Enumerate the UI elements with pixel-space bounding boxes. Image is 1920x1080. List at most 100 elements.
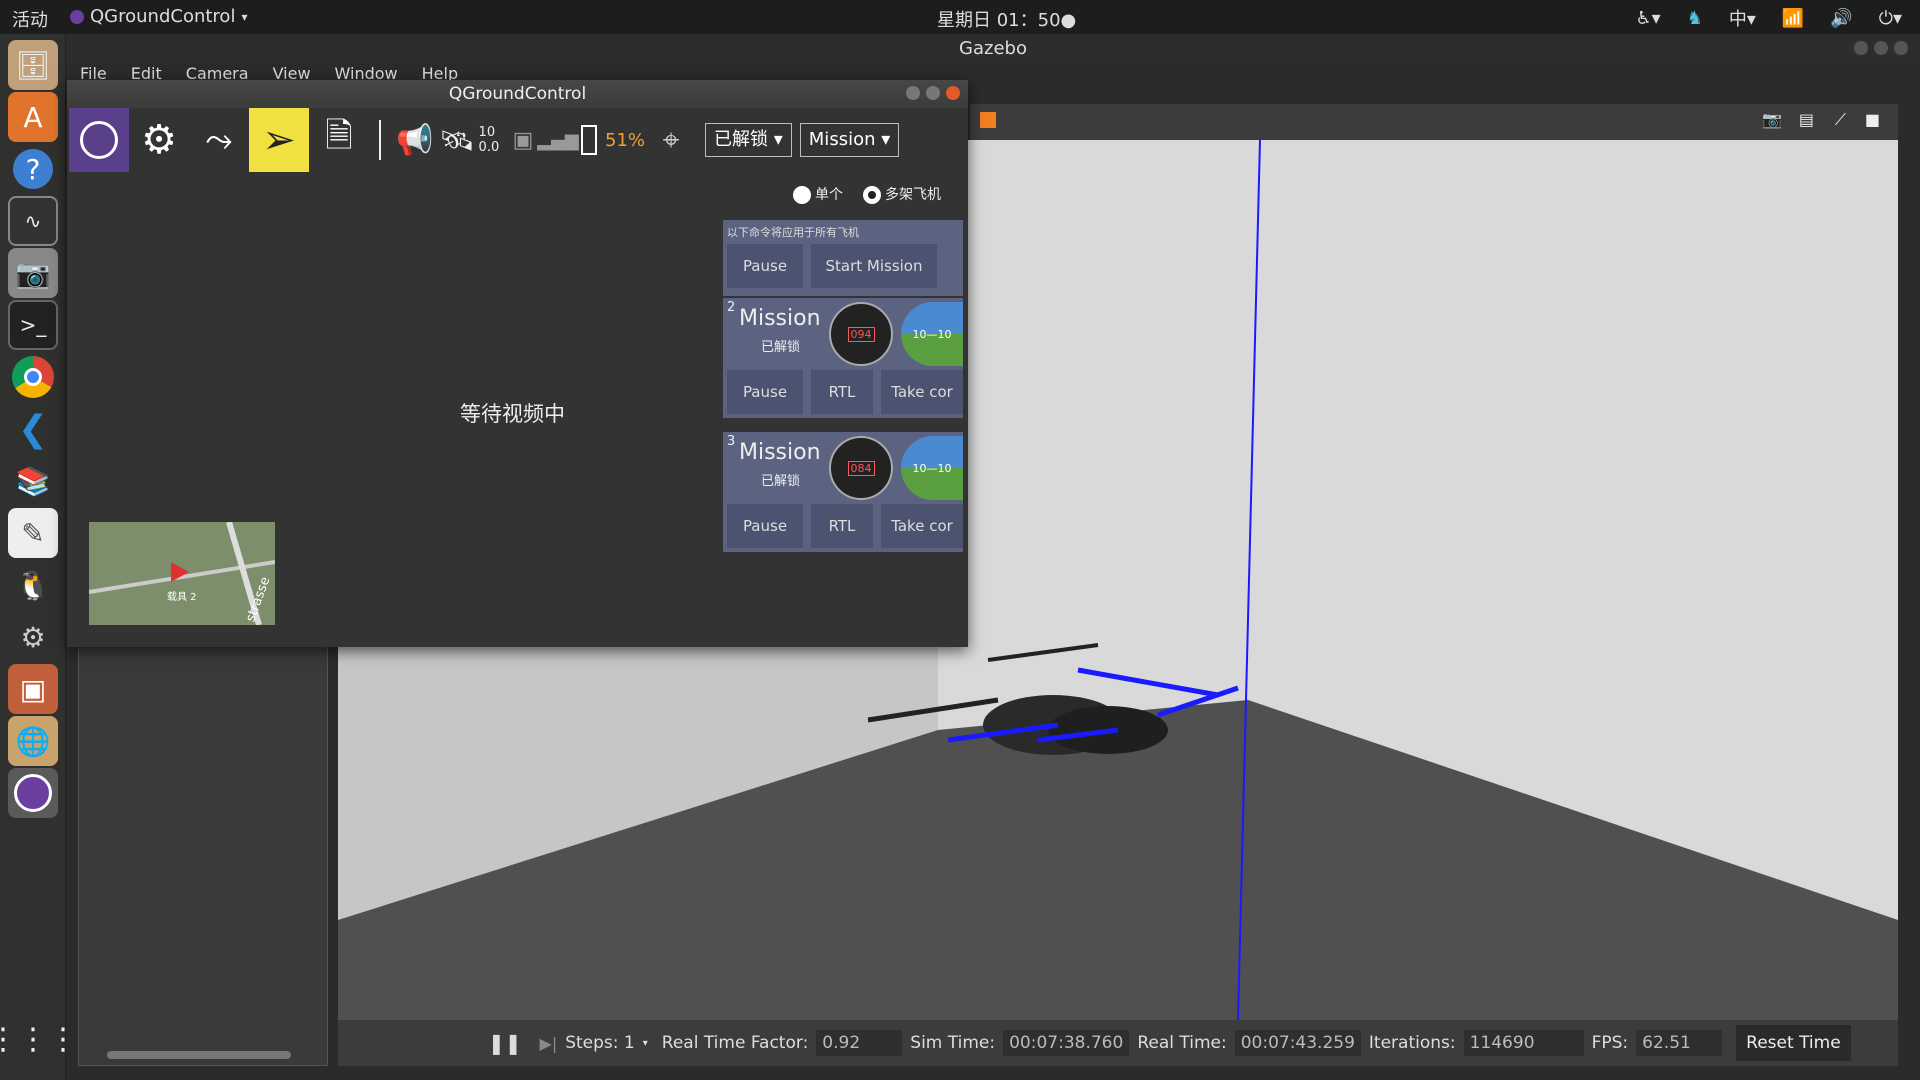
real-time-value: 00:07:43.259 <box>1234 1030 1361 1056</box>
activities-button[interactable]: 活动 <box>12 6 48 32</box>
text-editor-icon[interactable]: ✎ <box>8 508 58 558</box>
arm-state-label: 已解锁 <box>714 129 769 150</box>
clock[interactable]: 星期日 01：50● <box>937 6 1076 32</box>
minimize-button[interactable] <box>906 86 920 100</box>
plan-route-icon[interactable]: ⤳ <box>189 108 249 172</box>
input-method-menu[interactable]: 中▾ <box>1729 5 1756 31</box>
radio-multi[interactable]: 多架飞机 <box>863 184 941 204</box>
qgc-window-title: QGroundControl <box>448 84 587 104</box>
vehicle-arm-state: 已解锁 <box>761 340 801 355</box>
rtl-button[interactable]: RTL <box>811 504 873 548</box>
qgc-window: QGroundControl ⚙ ⤳ ➢ 🗎 📢 🛰 10 0.0 ▣ ▂▄▆ … <box>67 80 968 647</box>
plot-icon[interactable]: ⟋ <box>1835 110 1846 130</box>
gazebo-left-panel <box>78 620 328 1066</box>
vehicle-map-label: 载具 2 <box>167 592 197 603</box>
gear-icon[interactable]: ⚙ <box>129 108 189 172</box>
radio-single[interactable]: 单个 <box>793 184 843 204</box>
steps-selector[interactable]: Steps: 1 <box>565 1033 635 1053</box>
attitude-value: 10—10 <box>912 327 952 341</box>
vehicle-mode: Mission <box>739 440 821 465</box>
sim-time-value: 00:07:38.760 <box>1003 1030 1130 1056</box>
screenshot-icon[interactable]: 📷 <box>1762 110 1782 129</box>
vscode-icon[interactable]: ❮ <box>8 404 58 454</box>
wifi-icon[interactable]: 📶 <box>1782 8 1804 29</box>
system-topbar: 活动 QGroundControl ▾ 星期日 01：50● ♿▾ ♞ 中▾ 📶… <box>0 0 1920 34</box>
gazebo-window-controls <box>1854 41 1908 55</box>
software-store-icon[interactable]: A <box>8 92 58 142</box>
heading-value: 084 <box>847 460 875 476</box>
fly-paper-plane-icon[interactable]: ➢ <box>249 108 309 172</box>
maximize-button[interactable] <box>1874 41 1888 55</box>
satellite-count: 10 <box>478 125 496 140</box>
pause-button[interactable]: Pause <box>727 370 803 414</box>
box-shape-icon[interactable] <box>980 112 996 128</box>
battery-indicator[interactable]: 51% <box>581 125 645 155</box>
radio-multi-label: 多架飞机 <box>885 187 941 203</box>
iterations-value: 114690 <box>1463 1030 1584 1056</box>
start-mission-button[interactable]: Start Mission <box>811 244 937 288</box>
qgc-small-icon <box>70 9 84 24</box>
settings-tools-icon[interactable]: ⚙ <box>8 612 58 662</box>
power-icon[interactable]: ⏻▾ <box>1879 8 1902 29</box>
qgc-logo-icon[interactable] <box>69 108 129 172</box>
video-record-icon[interactable]: ■ <box>1865 110 1880 129</box>
app-grid-icon[interactable]: ⋮⋮⋮ <box>0 1014 78 1064</box>
horse-icon[interactable]: ♞ <box>1687 8 1703 29</box>
pause-all-button[interactable]: Pause <box>727 244 803 288</box>
qgc-titlebar[interactable]: QGroundControl <box>67 80 968 108</box>
qq-penguin-icon[interactable]: 🐧 <box>8 560 58 610</box>
horizontal-scrollbar[interactable] <box>107 1051 291 1059</box>
camera-icon[interactable]: 📷 <box>8 248 58 298</box>
rtf-label: Real Time Factor: <box>661 1033 809 1053</box>
gps-indicator[interactable]: 🛰 10 0.0 <box>439 124 503 157</box>
chevron-down-icon: ▾ <box>642 1037 648 1049</box>
files-icon[interactable]: 🗄 <box>8 40 58 90</box>
signal-bars-icon[interactable]: ▂▄▆ <box>537 108 579 172</box>
radio-single-label: 单个 <box>815 187 843 203</box>
pause-button[interactable]: Pause <box>727 504 803 548</box>
help-icon[interactable]: ? <box>8 144 58 194</box>
flight-mode-dropdown[interactable]: Mission ▾ <box>799 123 900 157</box>
books-icon[interactable]: 📚 <box>8 456 58 506</box>
analyze-document-icon[interactable]: 🗎 <box>309 108 369 172</box>
gazebo-toolbar: 📷 ▤ ⟋ ■ <box>970 104 1898 140</box>
app-menu[interactable]: QGroundControl ▾ <box>70 6 247 27</box>
fps-label: FPS: <box>1591 1033 1629 1053</box>
rtl-button[interactable]: RTL <box>811 370 873 414</box>
close-button[interactable] <box>946 86 960 100</box>
qgc-dock-icon[interactable] <box>8 768 58 818</box>
system-monitor-icon[interactable]: ∿ <box>8 196 58 246</box>
toolbar-divider <box>379 120 381 160</box>
battery-icon <box>581 125 597 155</box>
log-icon[interactable]: ▤ <box>1799 110 1814 129</box>
attitude-icon: 10—10 <box>901 436 963 500</box>
chrome-icon[interactable] <box>8 352 58 402</box>
step-icon[interactable]: ▶| <box>540 1034 558 1053</box>
gazebo-statusbar: ❚❚ ▶| Steps: 1 ▾ Real Time Factor: 0.92 S… <box>338 1020 1898 1066</box>
archive-icon[interactable]: ▣ <box>8 664 58 714</box>
volume-icon[interactable]: 🔊 <box>1830 8 1852 29</box>
vehicle-panel: 2 Mission 已解锁 094 10—10 Pause RTL Take c… <box>723 298 963 418</box>
iterations-label: Iterations: <box>1368 1033 1456 1053</box>
close-button[interactable] <box>1894 41 1908 55</box>
take-control-button[interactable]: Take cor <box>881 504 963 548</box>
megaphone-icon[interactable]: 📢 <box>391 108 439 172</box>
crosshair-icon[interactable]: ⌖ <box>645 108 697 172</box>
arm-state-dropdown[interactable]: 已解锁 ▾ <box>705 123 792 157</box>
mini-map[interactable]: 载具 2 strasse <box>89 522 275 625</box>
all-vehicles-note: 以下命令将应用于所有飞机 <box>727 226 859 239</box>
vehicle-id: 2 <box>727 300 736 315</box>
web-folder-icon[interactable]: 🌐 <box>8 716 58 766</box>
take-control-button[interactable]: Take cor <box>881 370 963 414</box>
dock: 🗄 A ? ∿ 📷 >_ ❮ 📚 ✎ 🐧 ⚙ ▣ 🌐 ⋮⋮⋮ <box>0 34 78 1080</box>
video-waiting-text: 等待视频中 <box>460 402 565 426</box>
vehicle-mode: Mission <box>739 306 821 331</box>
terminal-icon[interactable]: >_ <box>8 300 58 350</box>
vehicle-id: 3 <box>727 434 736 449</box>
reset-time-button[interactable]: Reset Time <box>1736 1025 1851 1061</box>
chevron-down-icon: ▾ <box>241 9 248 24</box>
accessibility-icon[interactable]: ♿▾ <box>1636 8 1661 29</box>
minimize-button[interactable] <box>1854 41 1868 55</box>
pause-icon[interactable]: ❚❚ <box>488 1031 522 1055</box>
maximize-button[interactable] <box>926 86 940 100</box>
